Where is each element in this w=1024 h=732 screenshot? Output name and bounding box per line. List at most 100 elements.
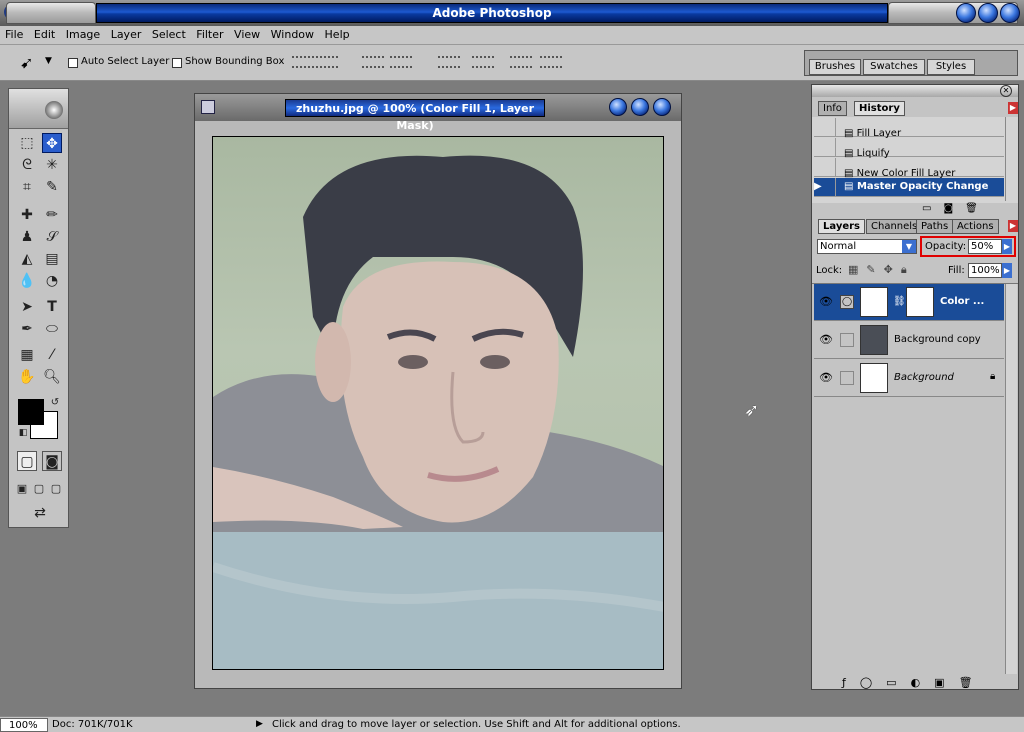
hand-tool-icon[interactable]: ✋ (17, 367, 37, 387)
tab-actions[interactable]: Actions (952, 219, 999, 234)
distribute-right-icon[interactable] (540, 56, 562, 68)
pen-tool-icon[interactable]: ✒ (17, 319, 37, 339)
align-left-icon[interactable] (362, 56, 384, 68)
menu-help[interactable]: Help (320, 26, 350, 41)
align-vcenter-icon[interactable] (316, 56, 338, 68)
layer-link-box[interactable] (840, 371, 854, 385)
history-brush-icon[interactable]: 𝒮 (42, 227, 62, 247)
quick-mask-mode-icon[interactable]: ◙ (42, 451, 62, 471)
zoom-field[interactable]: 100% (0, 718, 48, 732)
foreground-color-swatch[interactable] (18, 399, 44, 425)
chain-link-icon[interactable]: ⛓ (893, 296, 906, 307)
blur-tool-icon[interactable]: 💧 (17, 271, 37, 291)
fill-input[interactable]: 100% (968, 263, 1002, 278)
menu-image[interactable]: Image (61, 26, 100, 41)
align-hcenter-icon[interactable] (390, 56, 412, 68)
history-menu-arrow-icon[interactable]: ▶ (1008, 102, 1018, 114)
tab-swatches[interactable]: Swatches (863, 59, 925, 75)
eye-icon[interactable]: 👁︎ (818, 296, 834, 308)
maximize-button[interactable] (978, 3, 998, 23)
tab-styles[interactable]: Styles (927, 59, 975, 75)
opacity-slider-arrow-icon[interactable]: ▶ (1002, 239, 1012, 254)
move-tool-icon[interactable]: ✥ (42, 133, 62, 153)
fill-slider-arrow-icon[interactable]: ▶ (1002, 263, 1012, 278)
align-top-icon[interactable] (292, 56, 314, 68)
layer-mask-link-icon[interactable]: ◯ (840, 295, 854, 309)
type-tool-icon[interactable]: T (42, 297, 62, 317)
close-button[interactable] (1000, 3, 1020, 23)
layers-footer-icons[interactable]: ƒ◯▭◐▣🗑︎ (842, 676, 987, 689)
minimize-button[interactable] (956, 3, 976, 23)
slice-tool-icon[interactable]: ✎ (42, 177, 62, 197)
standard-mode-icon[interactable]: ▢ (17, 451, 37, 471)
menu-file[interactable]: File (0, 26, 23, 41)
chevron-down-icon[interactable]: ▼ (45, 56, 52, 66)
ellipse-tool-icon[interactable]: ⬭ (42, 319, 62, 339)
history-item[interactable]: ▤ Liquify (814, 138, 1004, 159)
menu-edit[interactable]: Edit (29, 26, 55, 41)
tab-layers[interactable]: Layers (818, 219, 865, 234)
history-palette-grip[interactable]: ✕ (812, 85, 1018, 97)
layer-link-box[interactable] (840, 333, 854, 347)
layers-scrollbar[interactable] (1005, 284, 1017, 674)
path-selection-icon[interactable]: ➤ (17, 297, 37, 317)
crop-tool-icon[interactable]: ⌗ (17, 177, 37, 197)
menu-select[interactable]: Select (147, 26, 186, 41)
swap-colors-icon[interactable]: ↺ (45, 393, 65, 413)
eye-icon[interactable]: 👁︎ (818, 372, 834, 384)
screen-mode-full-icon[interactable]: ▢ (49, 479, 63, 499)
layer-row-background-copy[interactable]: 👁︎ Background copy (814, 322, 1004, 359)
tab-history[interactable]: History (854, 101, 905, 116)
menu-view[interactable]: View (229, 26, 260, 41)
blend-mode-select[interactable]: Normal ▼ (817, 239, 917, 254)
document-icon[interactable] (201, 100, 215, 114)
layers-menu-arrow-icon[interactable]: ▶ (1008, 220, 1018, 232)
tab-channels[interactable]: Channels (866, 219, 923, 234)
healing-brush-icon[interactable]: ✚ (17, 205, 37, 225)
lasso-tool-icon[interactable]: ᘓ (17, 155, 37, 175)
eyedropper-icon[interactable]: ⁄ (42, 345, 62, 365)
history-scrollbar[interactable] (1005, 117, 1017, 201)
tab-brushes[interactable]: Brushes (809, 59, 861, 75)
gradient-tool-icon[interactable]: ▤ (42, 249, 62, 269)
doc-close-button[interactable] (653, 98, 671, 116)
status-menu-arrow-icon[interactable]: ▶ (256, 718, 268, 732)
menu-window[interactable]: Window (266, 26, 314, 41)
move-tool-preset-icon[interactable]: ➹ (20, 53, 33, 72)
zoom-tool-icon[interactable]: 🔍︎ (42, 367, 62, 387)
history-item[interactable]: ▤ Fill Layer (814, 118, 1004, 139)
eye-icon[interactable]: 👁︎ (818, 334, 834, 346)
lock-icons[interactable]: ▦✎✥🔒︎ (848, 263, 915, 277)
menu-filter[interactable]: Filter (191, 26, 223, 41)
palette-close-icon[interactable]: ✕ (1000, 85, 1012, 97)
document-title-bar[interactable]: zhuzhu.jpg @ 100% (Color Fill 1, Layer M… (195, 94, 681, 132)
opacity-input[interactable]: 50% (968, 239, 1002, 254)
layer-row-background[interactable]: 👁︎ Background 🔒︎ (814, 360, 1004, 397)
marquee-tool-icon[interactable]: ⬚ (17, 133, 37, 153)
menu-layer[interactable]: Layer (106, 26, 142, 41)
tab-paths[interactable]: Paths (916, 219, 954, 234)
screen-mode-full-menu-icon[interactable]: ▢ (32, 479, 46, 499)
tab-info[interactable]: Info (818, 101, 847, 116)
jump-to-imageready-icon[interactable]: ⇄ (27, 503, 53, 523)
default-colors-icon[interactable]: ◧ (13, 423, 33, 443)
doc-minimize-button[interactable] (609, 98, 627, 116)
chevron-down-icon[interactable]: ▼ (902, 240, 916, 253)
clone-stamp-icon[interactable]: ♟ (17, 227, 37, 247)
magic-wand-icon[interactable]: ✳ (42, 155, 62, 175)
show-bounding-box-checkbox[interactable] (172, 58, 182, 68)
distribute-top-icon[interactable] (438, 56, 460, 68)
distribute-left-icon[interactable] (510, 56, 532, 68)
eraser-tool-icon[interactable]: ◭ (17, 249, 37, 269)
history-footer-icons[interactable]: ▭◙🗑︎ (922, 203, 990, 214)
layer-row-color-fill[interactable]: 👁︎ ◯ ⛓ Color ... (814, 284, 1004, 321)
doc-maximize-button[interactable] (631, 98, 649, 116)
history-item-selected[interactable]: ▶ ▤ Master Opacity Change (814, 178, 1004, 197)
screen-mode-standard-icon[interactable]: ▣ (15, 479, 29, 499)
adobe-online-icon[interactable] (45, 101, 63, 119)
brush-tool-icon[interactable]: ✏ (42, 205, 62, 225)
image-canvas[interactable] (212, 136, 664, 670)
distribute-vcenter-icon[interactable] (472, 56, 494, 68)
notes-tool-icon[interactable]: ▦ (17, 345, 37, 365)
auto-select-layer-checkbox[interactable] (68, 58, 78, 68)
